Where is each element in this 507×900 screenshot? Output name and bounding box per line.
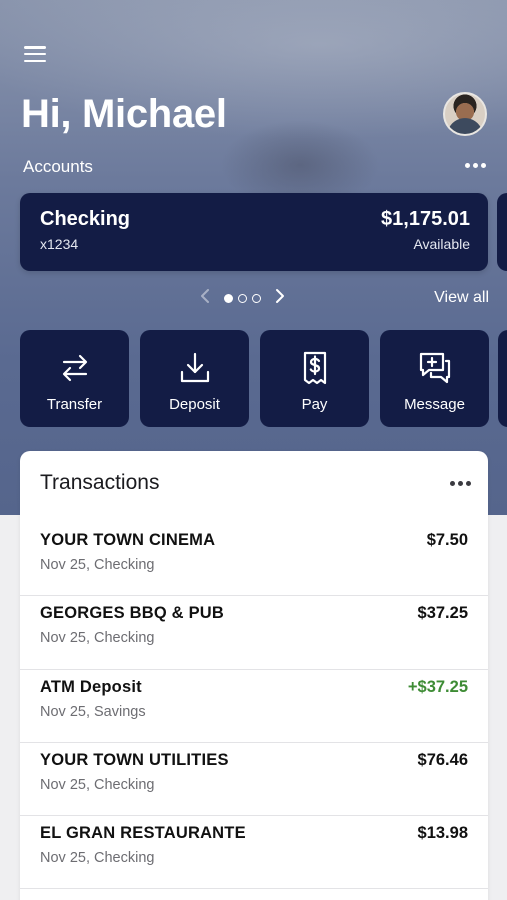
transaction-meta: Nov 25, Savings [40,703,146,720]
account-pager [200,287,285,309]
transaction-name: GEORGES BBQ & PUB [40,604,225,623]
transaction-name: ATM Deposit [40,677,142,696]
transaction-name: EL GRAN RESTAURANTE [40,824,246,843]
transfer-label: Transfer [46,396,103,413]
transaction-row[interactable]: YOUR TOWN CINEMA Nov 25, Checking $7.50 [20,523,488,597]
chevron-right-icon[interactable] [275,288,285,308]
pay-label: Pay [301,396,328,413]
pay-button[interactable]: Pay [260,330,369,427]
account-card-checking[interactable]: Checking x1234 $1,175.01 Available [20,193,488,271]
transaction-amount: $7.50 [426,531,468,549]
transactions-title: Transactions [40,471,160,494]
pager-dots [224,293,261,303]
transaction-row[interactable]: YOUR TOWN UTILITIES Nov 25, Checking $76… [20,743,488,817]
transaction-row[interactable]: EL GRAN RESTAURANTE Nov 25, Checking $13… [20,816,488,890]
pager-dot-active[interactable] [224,293,233,303]
transaction-meta: Nov 25, Checking [40,557,155,573]
action-next-peek[interactable] [498,330,507,427]
transaction-meta: Nov 25, Checking [40,630,155,647]
accounts-section-label: Accounts [23,157,93,176]
chevron-left-icon[interactable] [200,288,210,308]
transaction-amount-credit: +$37.25 [407,677,468,696]
transfer-button[interactable]: Transfer [20,330,129,427]
transaction-meta: Nov 25, Checking [40,776,155,793]
pager-dot[interactable] [238,293,247,303]
transaction-row[interactable]: GEORGES BBQ & PUB Nov 25, Checking $37.2… [20,596,488,670]
view-all-link[interactable]: View all [434,289,489,307]
transaction-amount: $37.25 [417,604,468,623]
account-name: Checking [40,208,131,230]
account-number: x1234 [40,236,79,252]
hamburger-menu-icon[interactable] [24,44,46,64]
message-label: Message [404,396,465,413]
deposit-button[interactable]: Deposit [140,330,249,427]
transaction-name: YOUR TOWN UTILITIES [40,750,229,769]
greeting-title: Hi, Michael [21,92,227,136]
transactions-list: YOUR TOWN CINEMA Nov 25, Checking $7.50 … [20,523,488,890]
pager-dot[interactable] [252,293,261,303]
account-balance: $1,175.01 [381,208,470,230]
transaction-amount: $76.46 [417,750,468,769]
pay-bill-icon [303,351,326,385]
transaction-name: YOUR TOWN CINEMA [40,531,216,549]
transaction-meta: Nov 25, Checking [40,850,155,867]
account-card-next-peek[interactable] [497,193,507,271]
transaction-row[interactable]: ATM Deposit Nov 25, Savings +$37.25 [20,670,488,743]
deposit-label: Deposit [169,396,220,413]
deposit-icon [180,352,209,383]
transactions-more-icon[interactable] [450,481,471,486]
transactions-panel: Transactions YOUR TOWN CINEMA Nov 25, Ch… [20,451,488,900]
quick-actions: Transfer Deposit Pay Message [20,330,489,427]
accounts-more-icon[interactable] [465,163,486,168]
transaction-amount: $13.98 [417,824,468,843]
user-avatar[interactable] [443,92,487,136]
message-button[interactable]: Message [380,330,489,427]
message-icon [419,352,450,384]
account-balance-label: Available [413,236,470,252]
transfer-icon [62,354,87,382]
